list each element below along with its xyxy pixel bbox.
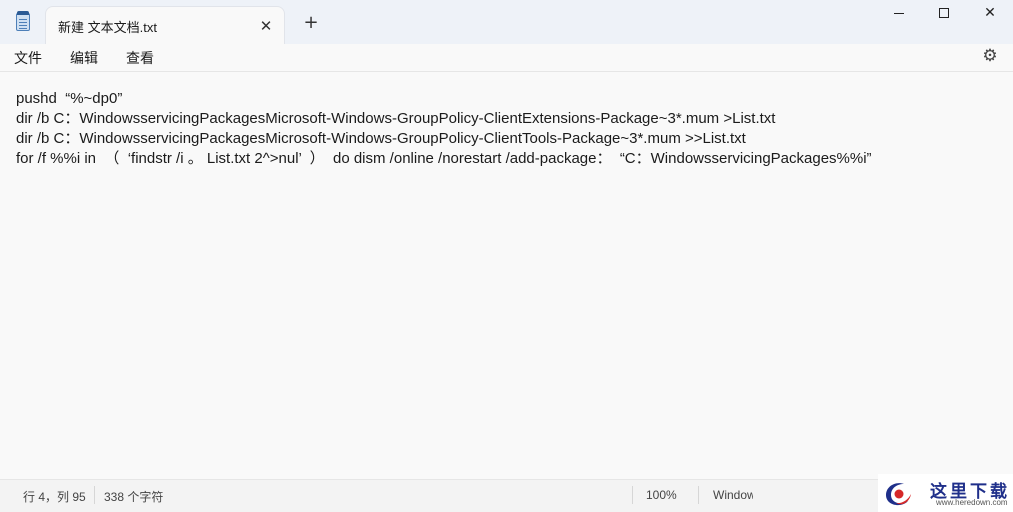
minimize-button[interactable]: [876, 0, 922, 28]
settings-gear-icon[interactable]: ⚙: [980, 46, 1000, 66]
menu-bar: 文件 编辑 查看 ⚙: [0, 44, 1013, 72]
site-watermark: 这里下载 www.heredown.com: [878, 474, 1013, 512]
new-tab-plus-icon[interactable]: +: [300, 12, 322, 34]
text-editor[interactable]: pushd “%~dp0” dir /b C：WindowsservicingP…: [0, 73, 1013, 479]
tab-document[interactable]: 新建 文本文档.txt ✕: [45, 6, 285, 44]
title-bar: 新建 文本文档.txt ✕ + ✕: [0, 0, 1013, 44]
tab-title: 新建 文本文档.txt: [58, 20, 157, 35]
menu-file[interactable]: 文件: [14, 48, 42, 68]
maximize-button[interactable]: [921, 0, 967, 28]
cursor-position: 行 4，列 95: [23, 490, 86, 504]
watermark-url: www.heredown.com: [936, 498, 1008, 507]
menu-view[interactable]: 查看: [126, 48, 154, 68]
line-ending[interactable]: Windows (CRLF): [713, 488, 753, 502]
status-divider: [698, 486, 699, 504]
zoom-level[interactable]: 100%: [646, 488, 677, 502]
minimize-icon: [894, 12, 904, 14]
status-bar: 行 4，列 95 338 个字符 100% Windows (CRLF): [0, 479, 1013, 512]
status-divider: [632, 486, 633, 504]
notepad-icon: [16, 11, 30, 31]
watermark-logo-icon: [886, 483, 911, 506]
editor-line[interactable]: dir /b C：WindowsservicingPackagesMicroso…: [16, 109, 775, 129]
menu-edit[interactable]: 编辑: [70, 48, 98, 68]
close-tab-icon[interactable]: ✕: [256, 16, 276, 36]
character-count: 338 个字符: [104, 490, 164, 504]
maximize-icon: [939, 8, 949, 18]
editor-line[interactable]: dir /b C：WindowsservicingPackagesMicroso…: [16, 129, 746, 149]
close-window-button[interactable]: ✕: [967, 0, 1013, 28]
editor-line[interactable]: pushd “%~dp0”: [16, 89, 122, 109]
editor-line[interactable]: for /f %%i in （ ‘findstr /i 。 List.txt 2…: [16, 149, 872, 169]
status-divider: [94, 486, 95, 504]
